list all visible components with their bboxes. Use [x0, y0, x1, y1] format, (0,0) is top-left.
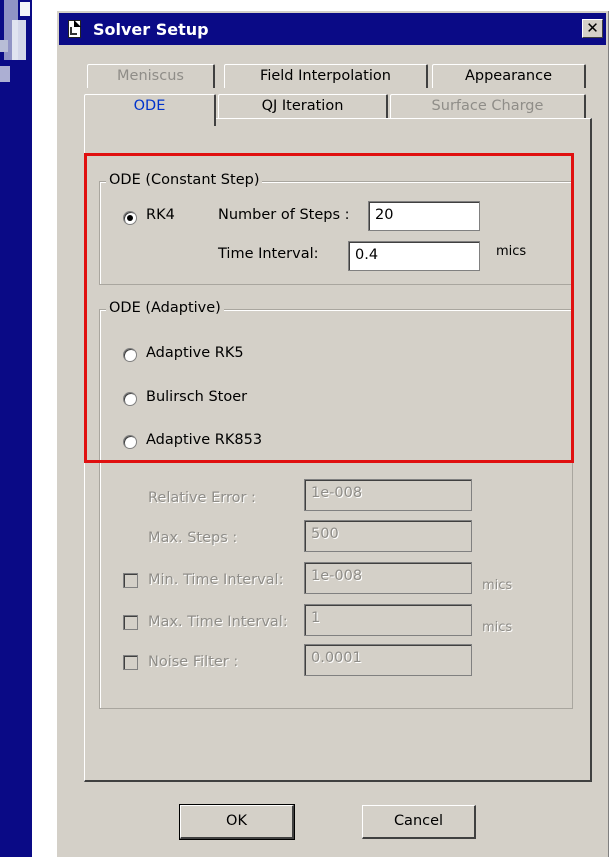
app-document-icon: [65, 18, 85, 40]
relative-error-label: Relative Error :: [148, 490, 256, 506]
tab-label: Meniscus: [117, 68, 184, 84]
min-interval-label: Min. Time Interval:: [148, 572, 284, 588]
tab-appearance[interactable]: Appearance: [432, 64, 586, 88]
max-steps-label: Max. Steps :: [148, 530, 238, 546]
tab-meniscus[interactable]: Meniscus: [87, 64, 215, 88]
tab-ode[interactable]: ODE: [84, 94, 216, 126]
ok-label: OK: [226, 813, 247, 829]
min-interval-unit: mics: [482, 578, 513, 593]
desktop-background: [0, 0, 32, 857]
max-interval-unit: mics: [482, 620, 513, 635]
max-steps-input[interactable]: 500: [304, 520, 472, 552]
window-title: Solver Setup: [93, 19, 209, 39]
relative-error-input[interactable]: 1e-008: [304, 479, 472, 511]
close-icon: ✕: [586, 19, 599, 37]
noise-filter-input[interactable]: 0.0001: [304, 644, 472, 676]
tab-qj-iteration[interactable]: QJ Iteration: [218, 94, 388, 118]
tab-label: Surface Charge: [431, 98, 544, 114]
ok-button[interactable]: OK: [179, 804, 295, 840]
noise-filter-checkbox[interactable]: [123, 655, 138, 670]
cancel-label: Cancel: [393, 813, 444, 829]
min-interval-checkbox[interactable]: [123, 573, 138, 588]
min-interval-input[interactable]: 1e-008: [304, 562, 472, 594]
noise-filter-label: Noise Filter :: [148, 654, 239, 670]
max-interval-checkbox[interactable]: [123, 615, 138, 630]
background-gap: [32, 0, 56, 857]
max-interval-label: Max. Time Interval:: [148, 614, 288, 630]
close-button[interactable]: ✕: [582, 19, 603, 38]
annotation-highlight-box: [84, 153, 574, 463]
title-bar[interactable]: Solver Setup ✕: [59, 13, 606, 45]
tab-field-interpolation[interactable]: Field Interpolation: [224, 64, 428, 88]
tab-label: ODE: [133, 98, 166, 114]
max-interval-input[interactable]: 1: [304, 604, 472, 636]
tab-label: Field Interpolation: [260, 68, 391, 84]
tab-surface-charge[interactable]: Surface Charge: [390, 94, 586, 118]
tab-label: Appearance: [464, 68, 553, 84]
tab-label: QJ Iteration: [261, 98, 344, 114]
cancel-button[interactable]: Cancel: [362, 805, 476, 839]
